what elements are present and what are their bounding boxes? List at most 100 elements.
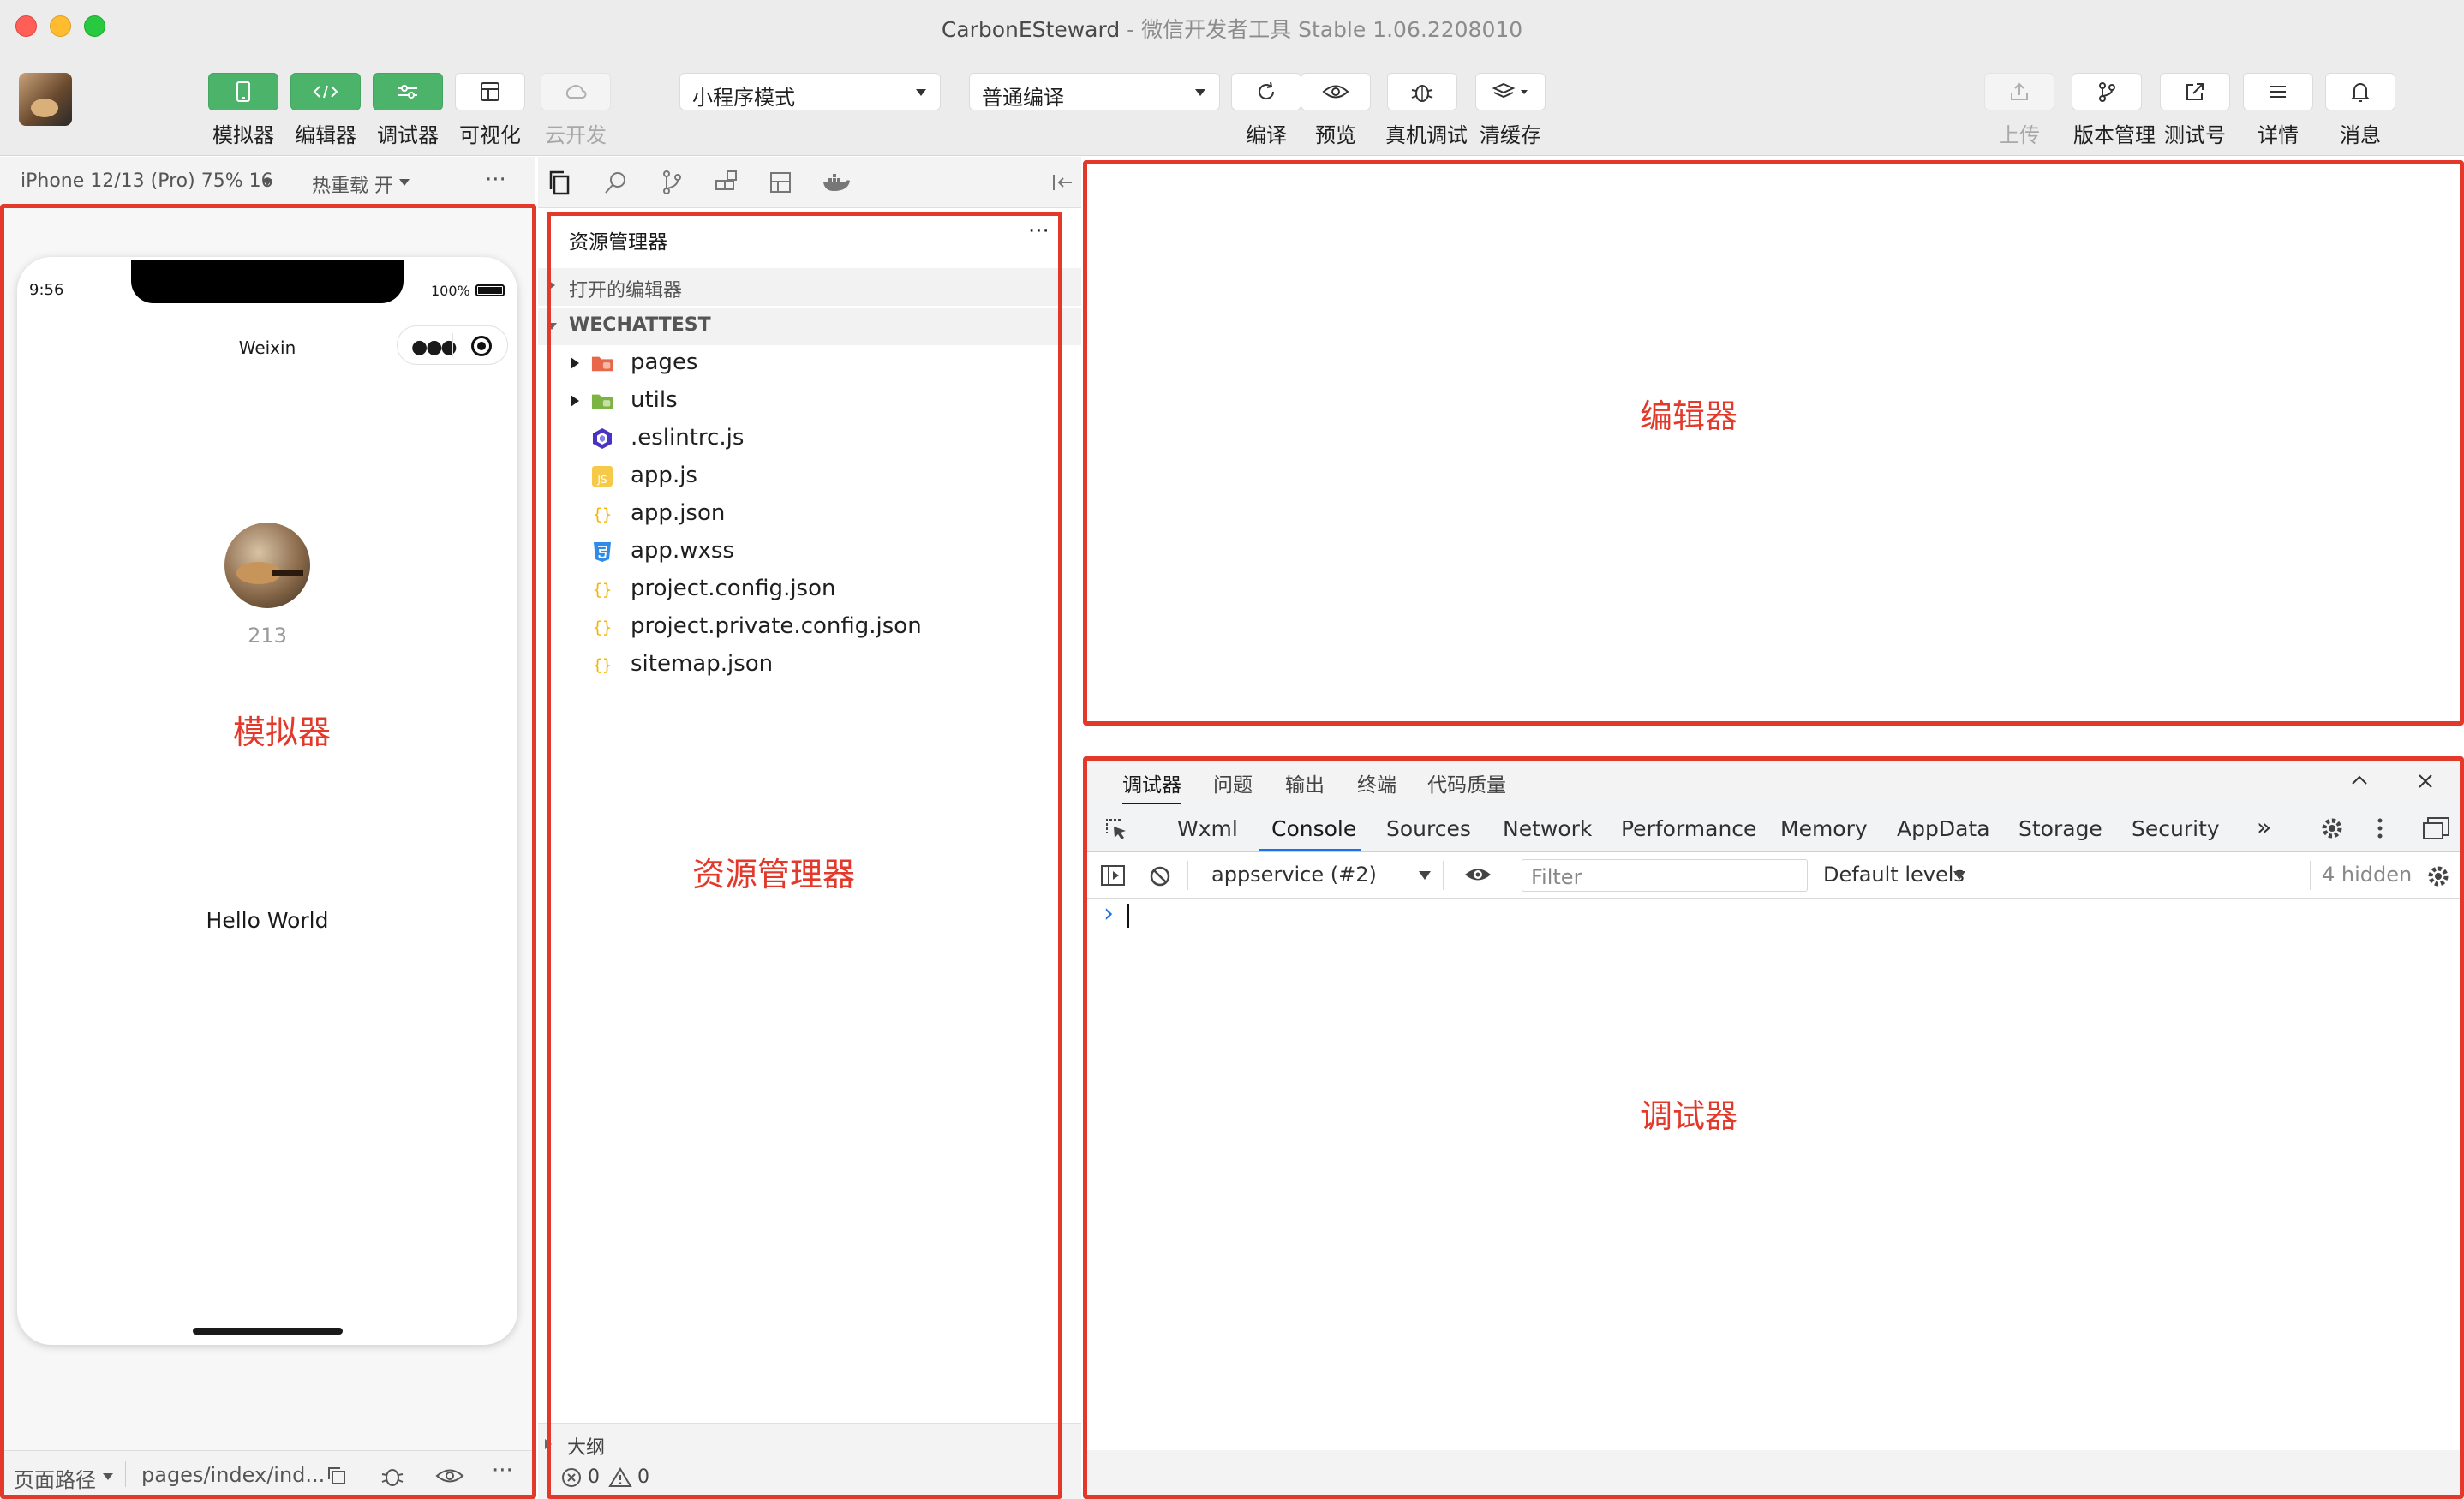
tree-item-app-js[interactable]: JS app.js bbox=[538, 459, 1069, 493]
console-output[interactable]: › bbox=[1083, 899, 2464, 1447]
details-button[interactable] bbox=[2243, 73, 2313, 110]
clear-console-icon[interactable] bbox=[1148, 864, 1172, 888]
error-icon[interactable] bbox=[560, 1466, 583, 1489]
console-settings-gear-icon[interactable] bbox=[2425, 863, 2452, 890]
console-filter-input[interactable]: Filter bbox=[1522, 859, 1808, 892]
gear-icon[interactable] bbox=[2318, 815, 2346, 842]
collapse-sidebar-icon[interactable] bbox=[1049, 172, 1074, 193]
compile-button[interactable] bbox=[1231, 73, 1301, 110]
search-icon[interactable] bbox=[603, 170, 629, 195]
live-expression-eye-icon[interactable] bbox=[1463, 864, 1492, 885]
cloud-dev-button[interactable] bbox=[541, 73, 611, 110]
capsule-divider bbox=[452, 333, 453, 357]
window-title: CarbonESteward - 微信开发者工具 Stable 1.06.220… bbox=[0, 13, 2464, 44]
phone-screen[interactable]: 9:56 100% Weixin ●●● 213 Hello World bbox=[17, 257, 517, 1345]
tree-item-project-config[interactable]: {} project.config.json bbox=[538, 572, 1069, 606]
extensions-icon[interactable] bbox=[713, 169, 740, 196]
user-avatar[interactable] bbox=[19, 73, 72, 126]
open-editors-section[interactable]: 打开的编辑器 bbox=[538, 268, 1081, 306]
tree-item-sitemap[interactable]: {} sitemap.json bbox=[538, 648, 1069, 682]
kebab-menu-icon[interactable] bbox=[2375, 815, 2385, 842]
upload-button[interactable] bbox=[1984, 73, 2054, 110]
remote-debug-button[interactable] bbox=[1387, 73, 1457, 110]
close-miniprogram-icon[interactable] bbox=[471, 336, 492, 356]
chevron-right-icon[interactable] bbox=[545, 1439, 552, 1449]
tree-item-app-wxss[interactable]: app.wxss bbox=[538, 535, 1069, 569]
devtools-tab-storage[interactable]: Storage bbox=[2018, 816, 2102, 841]
test-account-button[interactable] bbox=[2160, 73, 2230, 110]
simulator-annotation-label: 模拟器 bbox=[233, 714, 332, 751]
explorer-more-button[interactable]: ··· bbox=[1028, 218, 1050, 244]
bug-icon[interactable] bbox=[380, 1463, 405, 1489]
dock-side-icon[interactable] bbox=[2421, 815, 2450, 841]
editor-area[interactable] bbox=[1083, 157, 2464, 726]
devtools-tab-appdata[interactable]: AppData bbox=[1897, 816, 1990, 841]
messages-button[interactable] bbox=[2325, 73, 2395, 110]
tree-item-eslintrc[interactable]: .eslintrc.js bbox=[538, 421, 1069, 456]
tab-code-quality[interactable]: 代码质量 bbox=[1427, 768, 1506, 797]
battery-icon bbox=[475, 284, 505, 296]
close-icon[interactable] bbox=[2416, 772, 2435, 791]
status-time: 9:56 bbox=[29, 281, 64, 299]
tab-terminal[interactable]: 终端 bbox=[1357, 768, 1396, 797]
simulator-more-button[interactable]: ··· bbox=[485, 167, 506, 193]
warning-icon[interactable] bbox=[608, 1466, 632, 1489]
debugger-toggle-button[interactable] bbox=[373, 73, 443, 110]
tab-output[interactable]: 输出 bbox=[1285, 768, 1325, 797]
simulator-footer: 页面路径 pages/index/ind... ··· bbox=[0, 1450, 535, 1499]
more-tabs-button[interactable]: » bbox=[2257, 813, 2271, 841]
tree-item-project-private-config[interactable]: {} project.private.config.json bbox=[538, 610, 1069, 644]
chevron-up-icon[interactable] bbox=[2349, 772, 2370, 789]
chevron-down-icon bbox=[399, 179, 410, 186]
devtools-tab-wxml[interactable]: Wxml bbox=[1177, 816, 1238, 841]
simulator-footer-more-button[interactable]: ··· bbox=[492, 1458, 513, 1484]
log-levels-select[interactable]: Default levels bbox=[1823, 863, 1965, 887]
tree-item-pages[interactable]: pages bbox=[538, 346, 1069, 380]
footer-divider bbox=[125, 1461, 126, 1487]
hot-reload-select[interactable]: 热重载 开 bbox=[312, 170, 393, 198]
storage-panel-icon[interactable] bbox=[768, 170, 793, 195]
title-bar: CarbonESteward - 微信开发者工具 Stable 1.06.220… bbox=[0, 0, 2464, 53]
editor-toggle-button[interactable] bbox=[290, 73, 361, 110]
tab-problems[interactable]: 问题 bbox=[1213, 768, 1253, 797]
project-section[interactable]: WECHATTEST bbox=[538, 308, 1081, 345]
json-icon: {} bbox=[591, 503, 613, 525]
devtools-tab-network[interactable]: Network bbox=[1503, 816, 1592, 841]
tree-item-label: project.private.config.json bbox=[631, 613, 922, 639]
test-account-label: 测试号 bbox=[2164, 123, 2226, 147]
source-control-icon[interactable] bbox=[660, 169, 684, 196]
devtools-tab-security[interactable]: Security bbox=[2132, 816, 2220, 841]
devtools-tab-console[interactable]: Console bbox=[1271, 816, 1356, 841]
copy-icon[interactable] bbox=[326, 1465, 348, 1487]
sidebar-toggle-icon[interactable] bbox=[1100, 864, 1126, 887]
files-icon[interactable] bbox=[547, 169, 572, 196]
external-link-icon bbox=[2186, 83, 2204, 100]
context-select[interactable]: appservice (#2) bbox=[1211, 863, 1377, 887]
page-path-select[interactable]: 页面路径 bbox=[14, 1463, 96, 1493]
debugger-annotation-label: 调试器 bbox=[1640, 1097, 1738, 1135]
simulator-toggle-button[interactable] bbox=[208, 73, 278, 110]
devtools-tab-performance[interactable]: Performance bbox=[1621, 816, 1756, 841]
device-select[interactable]: iPhone 12/13 (Pro) 75% 16 bbox=[21, 170, 273, 192]
devtools-tab-memory[interactable]: Memory bbox=[1780, 816, 1868, 841]
tree-item-utils[interactable]: utils bbox=[538, 384, 1069, 418]
tree-item-app-json[interactable]: {} app.json bbox=[538, 497, 1069, 531]
mode-select[interactable]: 小程序模式 bbox=[679, 73, 941, 110]
capsule-menu[interactable]: ●●● bbox=[397, 325, 508, 365]
app-title: CarbonESteward bbox=[941, 17, 1121, 42]
visual-toggle-button[interactable] bbox=[455, 73, 525, 110]
more-dots-icon[interactable]: ●●● bbox=[411, 337, 458, 358]
outline-label[interactable]: 大纲 bbox=[567, 1432, 605, 1460]
clear-cache-button[interactable] bbox=[1475, 73, 1546, 110]
inspect-element-icon[interactable] bbox=[1103, 816, 1129, 842]
console-input-caret[interactable] bbox=[1127, 904, 1129, 928]
devtools-tab-sources[interactable]: Sources bbox=[1386, 816, 1471, 841]
eye-icon[interactable] bbox=[435, 1466, 464, 1485]
compile-select[interactable]: 普通编译 bbox=[969, 73, 1220, 110]
json-icon: {} bbox=[591, 654, 613, 676]
tab-debugger[interactable]: 调试器 bbox=[1122, 768, 1181, 804]
preview-button[interactable] bbox=[1301, 73, 1371, 110]
docker-icon[interactable] bbox=[821, 170, 852, 194]
version-button[interactable] bbox=[2072, 73, 2142, 110]
console-prompt-icon: › bbox=[1103, 899, 1114, 929]
